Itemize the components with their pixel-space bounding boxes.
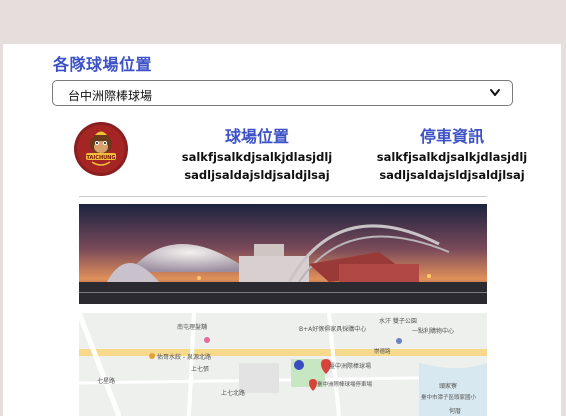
map-label-school: 何厝 — [449, 407, 461, 415]
team-logo: TAICHUNG — [74, 122, 128, 176]
map-label-barber: 南屯理髮舖 — [177, 323, 207, 331]
stadium-photo — [79, 204, 487, 304]
location-map[interactable]: B+A好傢俱家具採購中心 南屯理髮舖 佑哥水餃 - 泉源北路 臺中洲際棒球場 臺… — [79, 313, 487, 416]
map-label-parking: 臺中洲際棒球場停車場 — [317, 380, 373, 388]
map-label-restaurant: 佑哥水餃 - 泉源北路 — [157, 353, 211, 361]
parking-info-line1: salkfjsalkdjsalkjdlasjdlj — [376, 150, 528, 164]
main-panel: 各隊球場位置 台中洲際棒球場 TAICHUNG 球場位置 salkfjsalkd… — [3, 44, 561, 416]
stadium-info-title: 球場位置 — [224, 127, 289, 146]
map-label-market: 上七張 — [191, 365, 209, 373]
venue-select[interactable]: 台中洲際棒球場 — [52, 80, 513, 106]
stadium-info: 球場位置 salkfjsalkdjsalkjdlasjdlj sadljsald… — [168, 126, 346, 184]
stadium-info-line1: salkfjsalkdjsalkjdlasjdlj — [181, 150, 333, 164]
divider — [79, 196, 487, 197]
map-label-stadium: 臺中洲際棒球場 — [329, 362, 371, 370]
map-label-furniture: B+A好傢俱家具採購中心 — [299, 325, 366, 333]
parking-info-title: 停車資訊 — [419, 127, 484, 146]
map-label-road-xiang: 七星路 — [97, 377, 115, 385]
chevron-down-icon — [490, 89, 500, 96]
map-label-road: 崇德路 — [374, 347, 391, 355]
parking-info: 停車資訊 salkfjsalkdjsalkjdlasjdlj sadljsald… — [363, 126, 541, 184]
stadium-info-line2: sadljsaldajsldjsaldjlsaj — [184, 168, 330, 182]
map-label-shop2: 臺中市潭子區頭家國小 — [421, 393, 477, 401]
section-title: 各隊球場位置 — [53, 55, 153, 74]
map-label-water-park: 水汗 雙子公園 — [379, 317, 417, 325]
map-label-field: 頭家寮 — [439, 382, 457, 390]
parking-info-line2: sadljsaldajsldjsaldjlsaj — [379, 168, 525, 182]
logo-text: TAICHUNG — [87, 155, 116, 161]
map-label-north-road: 上七北路 — [221, 389, 245, 397]
venue-select-value: 台中洲際棒球場 — [68, 89, 153, 103]
map-label-shop: 一點利購物中心 — [412, 327, 454, 335]
